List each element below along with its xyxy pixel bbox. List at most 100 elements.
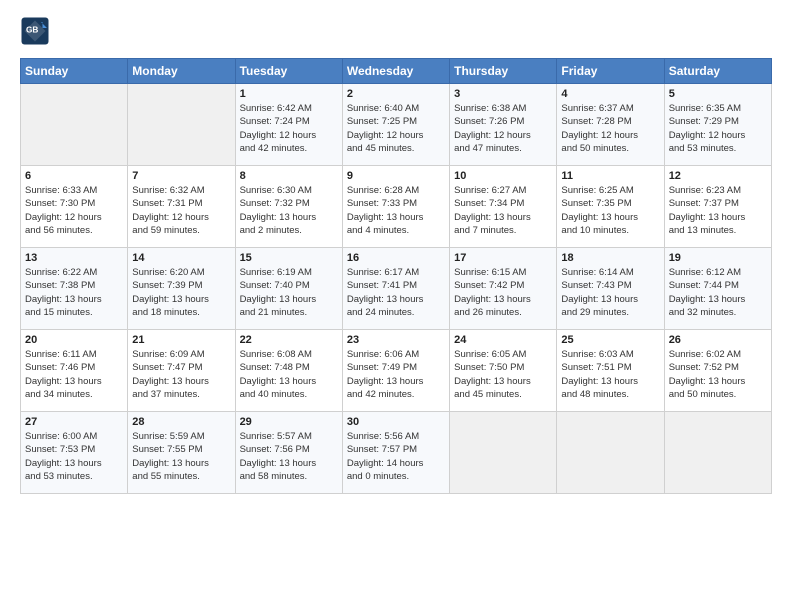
day-number: 24 xyxy=(454,334,552,346)
day-number: 12 xyxy=(669,170,767,182)
day-detail: Sunrise: 5:57 AM Sunset: 7:56 PM Dayligh… xyxy=(240,430,338,483)
header: GB xyxy=(20,16,772,46)
calendar-cell xyxy=(128,84,235,166)
header-day-wednesday: Wednesday xyxy=(342,59,449,84)
calendar-cell xyxy=(557,412,664,494)
day-number: 16 xyxy=(347,252,445,264)
day-number: 7 xyxy=(132,170,230,182)
calendar-cell: 14Sunrise: 6:20 AM Sunset: 7:39 PM Dayli… xyxy=(128,248,235,330)
day-number: 27 xyxy=(25,416,123,428)
page: GB SundayMondayTuesdayWednesdayThursdayF… xyxy=(0,0,792,612)
calendar-header: SundayMondayTuesdayWednesdayThursdayFrid… xyxy=(21,59,772,84)
calendar-cell: 5 Sunrise: 6:35 AM Sunset: 7:29 PM Daylig… xyxy=(664,84,771,166)
calendar-cell: 10 Sunrise: 6:27 AM Sunset: 7:34 PM Dayli… xyxy=(450,166,557,248)
day-number: 9 xyxy=(347,170,445,182)
calendar-cell: 1 Sunrise: 6:42 AM Sunset: 7:24 PM Daylig… xyxy=(235,84,342,166)
svg-text:GB: GB xyxy=(26,26,38,35)
calendar-cell: 26 Sunrise: 6:02 AM Sunset: 7:52 PM Dayli… xyxy=(664,330,771,412)
day-detail: Sunrise: 6:02 AM Sunset: 7:52 PM Dayligh… xyxy=(669,348,767,401)
day-number: 5 xyxy=(669,88,767,100)
day-detail: Sunrise: 6:42 AM Sunset: 7:24 PM Dayligh… xyxy=(240,102,338,155)
calendar-cell: 27Sunrise: 6:00 AM Sunset: 7:53 PM Dayli… xyxy=(21,412,128,494)
day-detail: Sunrise: 5:56 AM Sunset: 7:57 PM Dayligh… xyxy=(347,430,445,483)
day-number: 18 xyxy=(561,252,659,264)
day-detail: Sunrise: 6:40 AM Sunset: 7:25 PM Dayligh… xyxy=(347,102,445,155)
week-row-2: 13 Sunrise: 6:22 AM Sunset: 7:38 PM Dayli… xyxy=(21,248,772,330)
calendar-cell: 21Sunrise: 6:09 AM Sunset: 7:47 PM Dayli… xyxy=(128,330,235,412)
week-row-0: 1 Sunrise: 6:42 AM Sunset: 7:24 PM Daylig… xyxy=(21,84,772,166)
day-number: 3 xyxy=(454,88,552,100)
day-number: 22 xyxy=(240,334,338,346)
calendar-body: 1 Sunrise: 6:42 AM Sunset: 7:24 PM Daylig… xyxy=(21,84,772,494)
day-number: 29 xyxy=(240,416,338,428)
day-detail: Sunrise: 6:03 AM Sunset: 7:51 PM Dayligh… xyxy=(561,348,659,401)
day-detail: Sunrise: 6:38 AM Sunset: 7:26 PM Dayligh… xyxy=(454,102,552,155)
day-number: 14 xyxy=(132,252,230,264)
calendar-cell: 24 Sunrise: 6:05 AM Sunset: 7:50 PM Dayli… xyxy=(450,330,557,412)
header-day-sunday: Sunday xyxy=(21,59,128,84)
calendar-cell: 23Sunrise: 6:06 AM Sunset: 7:49 PM Dayli… xyxy=(342,330,449,412)
day-detail: Sunrise: 6:19 AM Sunset: 7:40 PM Dayligh… xyxy=(240,266,338,319)
calendar-cell xyxy=(664,412,771,494)
day-detail: Sunrise: 6:33 AM Sunset: 7:30 PM Dayligh… xyxy=(25,184,123,237)
day-detail: Sunrise: 6:23 AM Sunset: 7:37 PM Dayligh… xyxy=(669,184,767,237)
day-detail: Sunrise: 6:25 AM Sunset: 7:35 PM Dayligh… xyxy=(561,184,659,237)
calendar-cell: 2 Sunrise: 6:40 AM Sunset: 7:25 PM Daylig… xyxy=(342,84,449,166)
logo: GB xyxy=(20,16,54,46)
calendar-cell: 4 Sunrise: 6:37 AM Sunset: 7:28 PM Daylig… xyxy=(557,84,664,166)
day-detail: Sunrise: 6:30 AM Sunset: 7:32 PM Dayligh… xyxy=(240,184,338,237)
day-detail: Sunrise: 6:17 AM Sunset: 7:41 PM Dayligh… xyxy=(347,266,445,319)
day-number: 13 xyxy=(25,252,123,264)
day-number: 10 xyxy=(454,170,552,182)
day-detail: Sunrise: 5:59 AM Sunset: 7:55 PM Dayligh… xyxy=(132,430,230,483)
day-number: 8 xyxy=(240,170,338,182)
calendar-cell: 19 Sunrise: 6:12 AM Sunset: 7:44 PM Dayli… xyxy=(664,248,771,330)
calendar-table: SundayMondayTuesdayWednesdayThursdayFrid… xyxy=(20,58,772,494)
day-number: 19 xyxy=(669,252,767,264)
day-detail: Sunrise: 6:32 AM Sunset: 7:31 PM Dayligh… xyxy=(132,184,230,237)
week-row-3: 20 Sunrise: 6:11 AM Sunset: 7:46 PM Dayli… xyxy=(21,330,772,412)
day-detail: Sunrise: 6:11 AM Sunset: 7:46 PM Dayligh… xyxy=(25,348,123,401)
calendar-cell: 13 Sunrise: 6:22 AM Sunset: 7:38 PM Dayli… xyxy=(21,248,128,330)
calendar-cell xyxy=(21,84,128,166)
day-number: 2 xyxy=(347,88,445,100)
week-row-1: 6 Sunrise: 6:33 AM Sunset: 7:30 PM Daylig… xyxy=(21,166,772,248)
day-number: 11 xyxy=(561,170,659,182)
header-day-monday: Monday xyxy=(128,59,235,84)
header-day-tuesday: Tuesday xyxy=(235,59,342,84)
day-number: 26 xyxy=(669,334,767,346)
calendar-cell: 17Sunrise: 6:15 AM Sunset: 7:42 PM Dayli… xyxy=(450,248,557,330)
header-day-friday: Friday xyxy=(557,59,664,84)
day-number: 30 xyxy=(347,416,445,428)
header-day-thursday: Thursday xyxy=(450,59,557,84)
day-number: 6 xyxy=(25,170,123,182)
calendar-cell: 25Sunrise: 6:03 AM Sunset: 7:51 PM Dayli… xyxy=(557,330,664,412)
day-detail: Sunrise: 6:08 AM Sunset: 7:48 PM Dayligh… xyxy=(240,348,338,401)
day-detail: Sunrise: 6:12 AM Sunset: 7:44 PM Dayligh… xyxy=(669,266,767,319)
day-detail: Sunrise: 6:35 AM Sunset: 7:29 PM Dayligh… xyxy=(669,102,767,155)
day-detail: Sunrise: 6:22 AM Sunset: 7:38 PM Dayligh… xyxy=(25,266,123,319)
calendar-cell: 8 Sunrise: 6:30 AM Sunset: 7:32 PM Daylig… xyxy=(235,166,342,248)
calendar-cell: 22 Sunrise: 6:08 AM Sunset: 7:48 PM Dayli… xyxy=(235,330,342,412)
day-number: 21 xyxy=(132,334,230,346)
day-detail: Sunrise: 6:27 AM Sunset: 7:34 PM Dayligh… xyxy=(454,184,552,237)
calendar-cell: 30 Sunrise: 5:56 AM Sunset: 7:57 PM Dayli… xyxy=(342,412,449,494)
calendar-cell: 20 Sunrise: 6:11 AM Sunset: 7:46 PM Dayli… xyxy=(21,330,128,412)
day-number: 15 xyxy=(240,252,338,264)
day-detail: Sunrise: 6:05 AM Sunset: 7:50 PM Dayligh… xyxy=(454,348,552,401)
calendar-cell: 12 Sunrise: 6:23 AM Sunset: 7:37 PM Dayli… xyxy=(664,166,771,248)
day-number: 1 xyxy=(240,88,338,100)
day-number: 20 xyxy=(25,334,123,346)
week-row-4: 27Sunrise: 6:00 AM Sunset: 7:53 PM Dayli… xyxy=(21,412,772,494)
calendar-cell: 16 Sunrise: 6:17 AM Sunset: 7:41 PM Dayli… xyxy=(342,248,449,330)
logo-icon: GB xyxy=(20,16,50,46)
calendar-cell: 7 Sunrise: 6:32 AM Sunset: 7:31 PM Daylig… xyxy=(128,166,235,248)
calendar-cell: 6 Sunrise: 6:33 AM Sunset: 7:30 PM Daylig… xyxy=(21,166,128,248)
calendar-cell: 15 Sunrise: 6:19 AM Sunset: 7:40 PM Dayli… xyxy=(235,248,342,330)
calendar-cell: 28Sunrise: 5:59 AM Sunset: 7:55 PM Dayli… xyxy=(128,412,235,494)
day-detail: Sunrise: 6:28 AM Sunset: 7:33 PM Dayligh… xyxy=(347,184,445,237)
day-detail: Sunrise: 6:14 AM Sunset: 7:43 PM Dayligh… xyxy=(561,266,659,319)
day-number: 4 xyxy=(561,88,659,100)
header-day-saturday: Saturday xyxy=(664,59,771,84)
day-detail: Sunrise: 6:37 AM Sunset: 7:28 PM Dayligh… xyxy=(561,102,659,155)
